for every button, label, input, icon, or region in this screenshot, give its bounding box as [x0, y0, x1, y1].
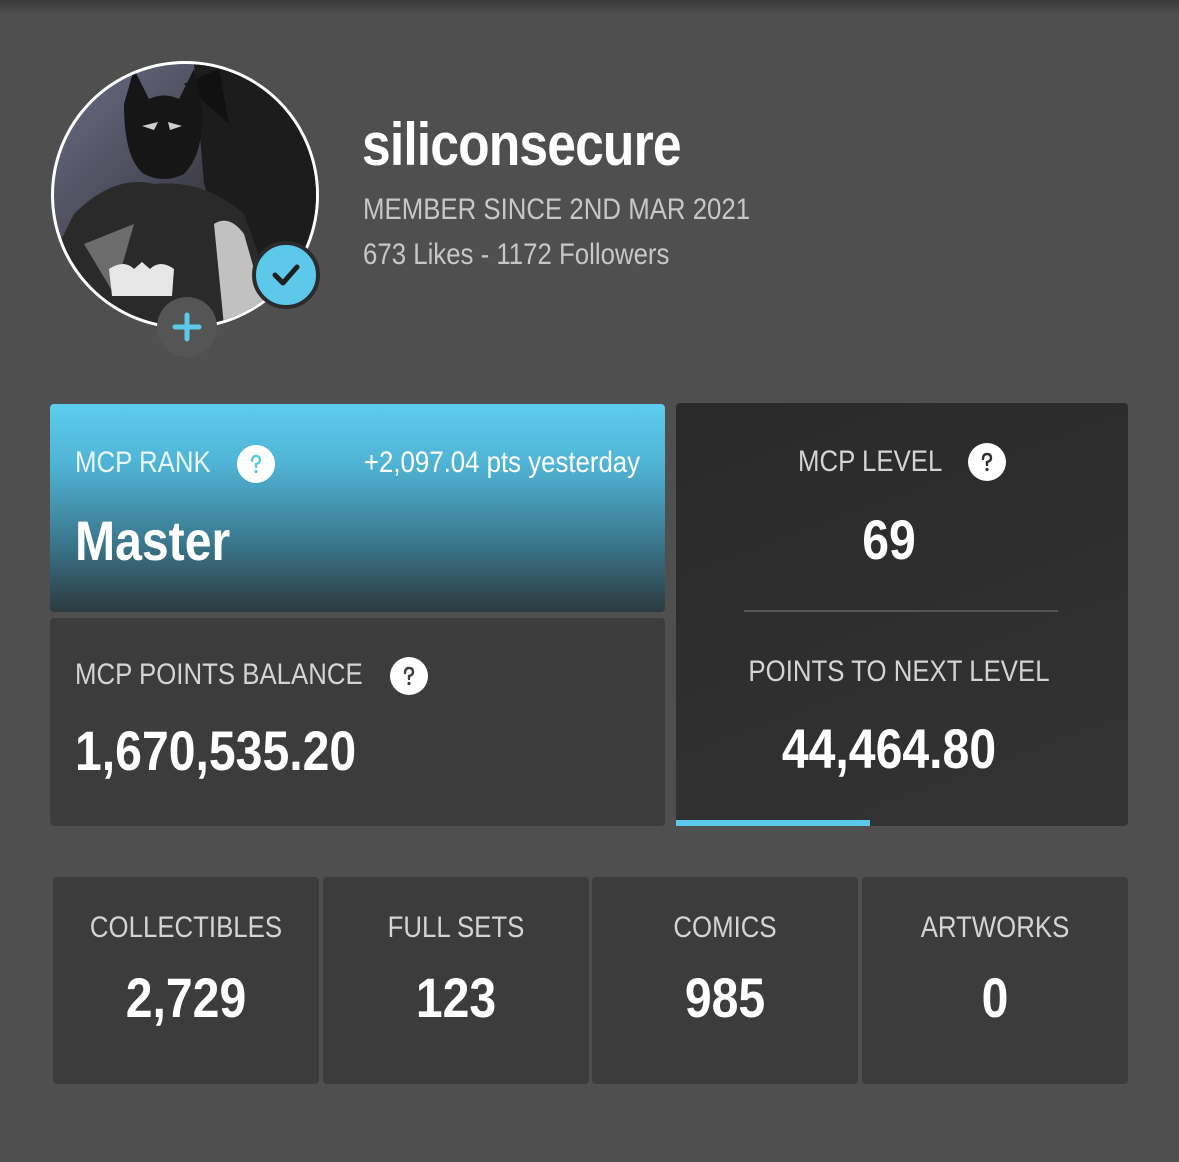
counter-artworks[interactable]: ARTWORKS 0 — [862, 877, 1128, 1084]
level-progress-fill — [676, 820, 871, 826]
username: siliconsecure — [362, 111, 682, 178]
points-balance-value: 1,670,535.20 — [75, 719, 357, 782]
counter-label: COMICS — [673, 911, 777, 944]
rank-yesterday-points: +2,097.04 pts yesterday — [363, 446, 640, 479]
counter-full-sets[interactable]: FULL SETS 123 — [323, 877, 589, 1084]
counter-value: 123 — [415, 966, 497, 1029]
follow-button[interactable] — [157, 297, 217, 357]
question-icon — [981, 452, 993, 472]
likes-followers: 673 Likes - 1172 Followers — [363, 238, 670, 271]
plus-icon — [172, 312, 202, 342]
mcp-points-balance-card: MCP POINTS BALANCE 1,670,535.20 — [50, 618, 665, 826]
counter-collectibles[interactable]: COLLECTIBLES 2,729 — [53, 877, 319, 1084]
counter-value: 0 — [981, 966, 1009, 1029]
points-balance-label: MCP POINTS BALANCE — [75, 658, 363, 691]
points-to-next-level-value: 44,464.80 — [781, 717, 997, 780]
mcp-level-value: 69 — [862, 508, 916, 571]
check-icon — [272, 264, 300, 286]
counter-label: COLLECTIBLES — [89, 911, 283, 944]
mcp-rank-card: MCP RANK +2,097.04 pts yesterday Master — [50, 404, 665, 612]
points-to-next-level-label: POINTS TO NEXT LEVEL — [748, 655, 1050, 688]
counter-label: ARTWORKS — [920, 911, 1070, 944]
counter-value: 985 — [684, 966, 766, 1029]
mcp-level-card: MCP LEVEL 69 POINTS TO NEXT LEVEL 44,464… — [676, 403, 1128, 826]
mcp-rank-value: Master — [75, 509, 231, 572]
member-since: MEMBER SINCE 2ND MAR 2021 — [363, 193, 751, 226]
level-progress-bar — [676, 820, 1128, 826]
question-icon — [403, 666, 415, 686]
mcp-level-label: MCP LEVEL — [798, 445, 943, 478]
verified-badge — [252, 241, 320, 309]
avatar-container — [51, 61, 320, 357]
mcp-rank-label: MCP RANK — [75, 446, 211, 479]
counter-value: 2,729 — [125, 966, 247, 1029]
top-shadow — [0, 0, 1179, 14]
counter-label: FULL SETS — [387, 911, 525, 944]
counter-comics[interactable]: COMICS 985 — [592, 877, 858, 1084]
question-icon — [250, 454, 262, 474]
balance-help-button[interactable] — [390, 657, 428, 695]
level-divider — [744, 610, 1058, 612]
rank-help-button[interactable] — [237, 445, 275, 483]
level-help-button[interactable] — [968, 443, 1006, 481]
